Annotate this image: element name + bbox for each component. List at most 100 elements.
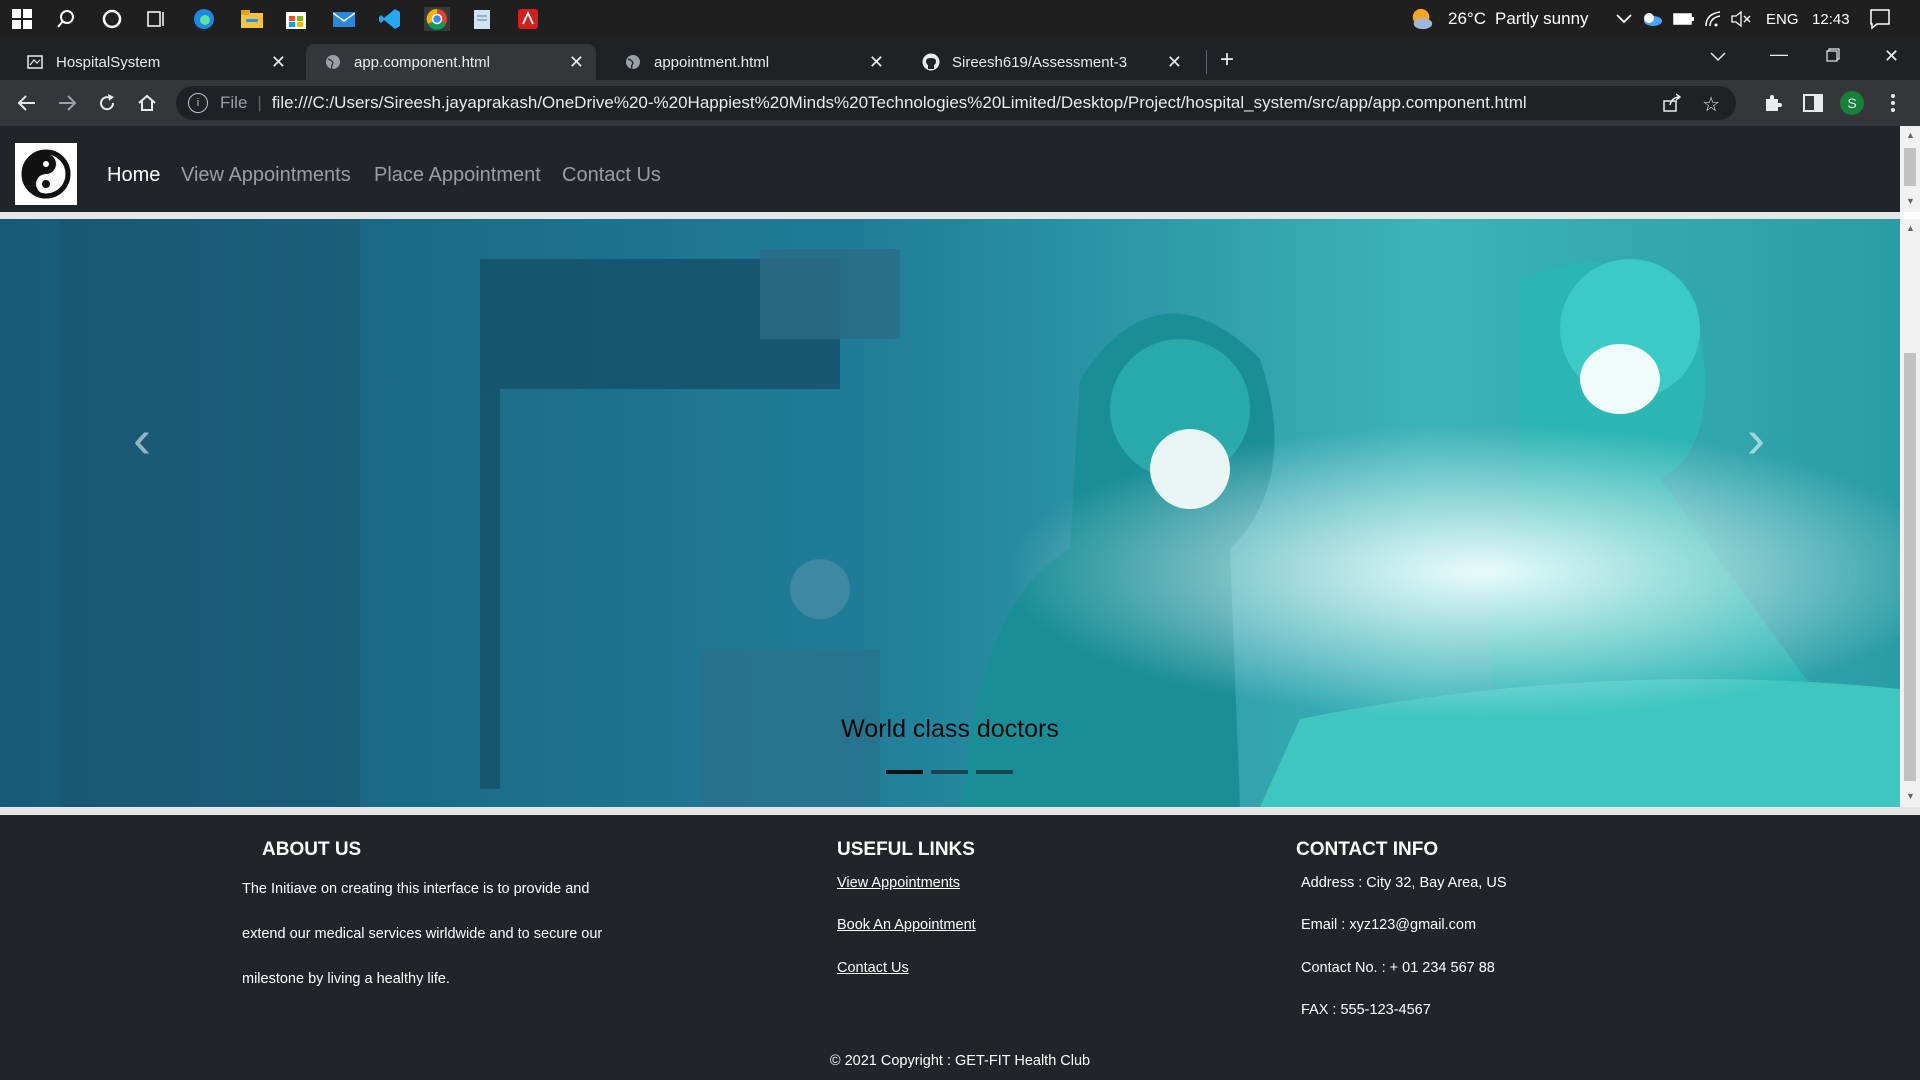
tab-hospital-system[interactable]: HospitalSystem ✕ xyxy=(8,44,298,80)
address-bar[interactable]: i File | file:///C:/Users/Sireesh.jayapr… xyxy=(176,86,1736,120)
tab-search-chevron-icon[interactable] xyxy=(1710,46,1726,67)
globe-icon xyxy=(324,53,342,71)
copyright-text: © 2021 Copyright : GET-FIT Health Club xyxy=(829,1053,1091,1069)
carousel-scrollbar[interactable]: ▲ ▼ xyxy=(1900,219,1920,807)
contact-fax: FAX : 555-123-4567 xyxy=(1301,1002,1431,1018)
close-tab-icon[interactable]: ✕ xyxy=(569,52,584,73)
battery-icon[interactable] xyxy=(1672,7,1696,31)
vscode-icon[interactable] xyxy=(378,7,402,31)
tab-title: app.component.html xyxy=(354,53,490,71)
link-book-appointment[interactable]: Book An Appointment xyxy=(837,917,976,933)
onedrive-icon[interactable] xyxy=(1640,7,1664,31)
site-navbar: Home View Appointments Place Appointment… xyxy=(0,126,1900,212)
file-explorer-icon[interactable] xyxy=(240,7,264,31)
profile-avatar[interactable]: S xyxy=(1840,91,1864,115)
edge-browser-icon[interactable] xyxy=(192,7,216,31)
page-scrollbar[interactable]: ▲ ▼ xyxy=(1900,126,1920,212)
carousel-next-icon[interactable]: › xyxy=(1736,409,1776,469)
scrollbar-thumb[interactable] xyxy=(1904,148,1916,186)
navbar-divider xyxy=(0,212,1900,219)
contact-email: Email : xyz123@gmail.com xyxy=(1301,917,1477,933)
more-menu-icon[interactable] xyxy=(1880,90,1906,116)
site-footer: ABOUT US The Initiave on creating this i… xyxy=(0,829,1920,1080)
bookmark-star-icon[interactable]: ☆ xyxy=(1702,92,1720,117)
address-separator: | xyxy=(257,93,262,112)
windows-start-icon[interactable] xyxy=(10,7,34,31)
minimize-window-icon[interactable]: — xyxy=(1770,44,1788,65)
weather-partly-sunny-icon xyxy=(1410,7,1434,31)
close-window-icon[interactable]: ✕ xyxy=(1884,46,1899,67)
side-panel-icon[interactable] xyxy=(1800,90,1826,116)
link-contact-us[interactable]: Contact Us xyxy=(837,960,909,976)
github-icon xyxy=(922,53,940,71)
tab-app-component[interactable]: app.component.html ✕ xyxy=(306,44,596,80)
weather-temperature: 26°C xyxy=(1448,9,1486,28)
nav-contact-us[interactable]: Contact Us xyxy=(562,164,661,187)
acrobat-icon[interactable] xyxy=(516,7,540,31)
contact-address: Address : City 32, Bay Area, US xyxy=(1301,875,1507,891)
forward-arrow-icon[interactable] xyxy=(54,90,80,116)
close-tab-icon[interactable]: ✕ xyxy=(271,52,286,73)
extensions-puzzle-icon[interactable] xyxy=(1760,90,1786,116)
about-us-text: The Initiave on creating this interface … xyxy=(242,867,642,1002)
mail-icon[interactable] xyxy=(332,7,356,31)
footer-top-bar xyxy=(0,815,1920,829)
chevron-up-icon[interactable] xyxy=(1612,7,1636,31)
tab-divider xyxy=(1206,50,1207,74)
search-icon[interactable] xyxy=(54,7,78,31)
yin-yang-logo-icon xyxy=(21,149,71,199)
reload-icon[interactable] xyxy=(94,90,120,116)
back-arrow-icon[interactable] xyxy=(14,90,40,116)
contact-phone: Contact No. : + 01 234 567 88 xyxy=(1301,960,1495,976)
input-language[interactable]: ENG xyxy=(1766,11,1799,28)
scheme-label: File xyxy=(220,93,248,112)
scroll-up-arrow-icon[interactable]: ▲ xyxy=(1906,223,1915,233)
home-icon[interactable] xyxy=(134,90,160,116)
restore-window-icon[interactable] xyxy=(1826,46,1840,67)
globe-icon xyxy=(624,53,642,71)
scroll-down-arrow-icon[interactable]: ▼ xyxy=(1906,196,1915,206)
site-logo[interactable] xyxy=(15,143,77,205)
link-view-appointments[interactable]: View Appointments xyxy=(837,875,960,891)
scrollbar-thumb[interactable] xyxy=(1904,353,1916,781)
about-us-line: milestone by living a healthy life. xyxy=(242,971,450,987)
site-info-icon[interactable]: i xyxy=(188,93,208,113)
document-icon xyxy=(26,53,44,71)
carousel-indicator[interactable] xyxy=(976,770,1013,774)
about-us-line: The Initiave on creating this interface … xyxy=(242,881,590,897)
nav-view-appointments[interactable]: View Appointments xyxy=(181,164,351,187)
chrome-icon[interactable] xyxy=(424,7,450,31)
carousel-indicator[interactable] xyxy=(931,770,968,774)
notepad-icon[interactable] xyxy=(470,7,494,31)
nav-place-appointment[interactable]: Place Appointment xyxy=(374,164,541,187)
browser-toolbar: i File | file:///C:/Users/Sireesh.jayapr… xyxy=(0,80,1920,126)
hero-carousel[interactable]: ‹ › World class doctors xyxy=(0,219,1900,807)
microsoft-store-icon[interactable] xyxy=(284,7,308,31)
new-tab-plus-icon[interactable]: + xyxy=(1220,46,1234,74)
carousel-prev-icon[interactable]: ‹ xyxy=(122,409,162,469)
about-us-heading: ABOUT US xyxy=(262,839,362,860)
close-tab-icon[interactable]: ✕ xyxy=(1167,52,1182,73)
task-view-icon[interactable] xyxy=(144,7,168,31)
share-icon[interactable] xyxy=(1662,93,1682,118)
wifi-icon[interactable] xyxy=(1702,7,1726,31)
nav-home[interactable]: Home xyxy=(107,164,160,187)
tab-github-assessment[interactable]: Sireesh619/Assessment-3 ✕ xyxy=(904,44,1194,80)
tab-title: HospitalSystem xyxy=(56,53,161,71)
scroll-up-arrow-icon[interactable]: ▲ xyxy=(1906,130,1915,140)
close-tab-icon[interactable]: ✕ xyxy=(869,52,884,73)
useful-links-heading: USEFUL LINKS xyxy=(837,839,975,860)
contact-info-heading: CONTACT INFO xyxy=(1296,839,1439,860)
notification-center-icon[interactable] xyxy=(1868,7,1892,31)
scroll-down-arrow-icon[interactable]: ▼ xyxy=(1906,791,1915,801)
volume-muted-icon[interactable] xyxy=(1730,7,1754,31)
tab-title: appointment.html xyxy=(654,53,770,71)
system-clock[interactable]: 12:43 xyxy=(1812,11,1850,28)
windows-taskbar: 26°C Partly sunny ENG 12:43 xyxy=(0,0,1920,38)
carousel-indicators xyxy=(886,770,1013,774)
carousel-indicator[interactable] xyxy=(886,770,923,774)
tab-appointment[interactable]: appointment.html ✕ xyxy=(606,44,896,80)
url-text[interactable]: file:///C:/Users/Sireesh.jayaprakash/One… xyxy=(272,93,1527,113)
carousel-divider xyxy=(0,807,1920,815)
cortana-icon[interactable] xyxy=(100,7,124,31)
